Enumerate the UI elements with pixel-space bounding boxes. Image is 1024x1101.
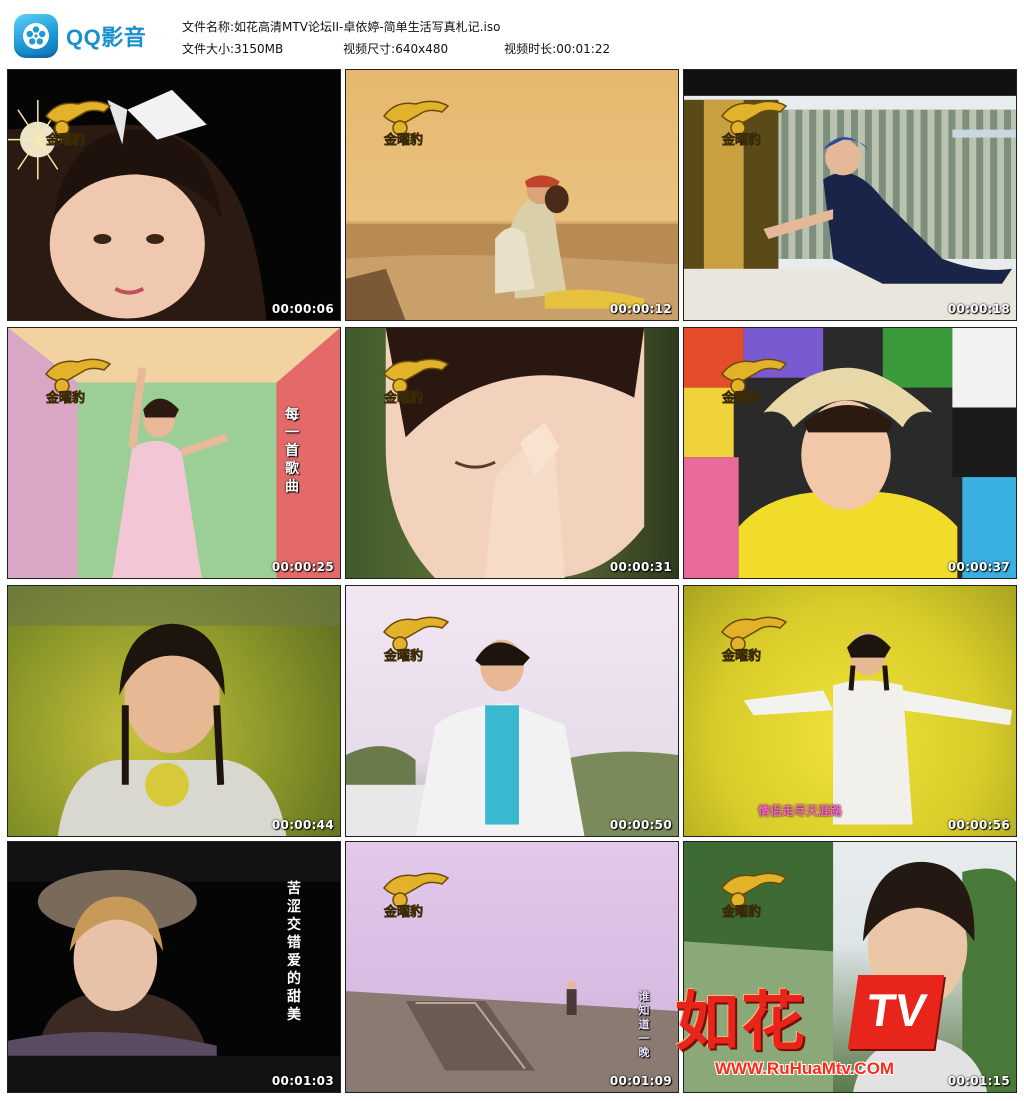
channel-logo: 金曜豹: [383, 100, 450, 146]
file-size-label: 文件大小:: [182, 42, 235, 56]
thumbnail: 00:00:44: [7, 585, 341, 837]
channel-logo: 金曜豹: [45, 358, 112, 404]
thumbnail-timestamp: 00:00:31: [609, 560, 672, 574]
file-name-row: 文件名称:如花高清MTV论坛II-卓依婷-简单生活写真札记.iso: [182, 16, 610, 38]
svg-text:金曜豹: 金曜豹: [721, 132, 761, 146]
thumbnail-timestamp: 00:00:18: [947, 302, 1010, 316]
thumbnail: 金曜豹 00:00:06: [7, 69, 341, 321]
thumbnail-sheet: QQ影音 文件名称:如花高清MTV论坛II-卓依婷-简单生活写真札记.iso 文…: [0, 0, 1024, 1101]
thumbnail-timestamp: 00:00:37: [947, 560, 1010, 574]
site-watermark-badge-text: TV: [863, 984, 930, 1036]
svg-text:金曜豹: 金曜豹: [721, 648, 761, 662]
svg-text:金曜豹: 金曜豹: [721, 904, 761, 918]
channel-logo: 金曜豹: [721, 100, 788, 146]
channel-logo: 金曜豹: [45, 100, 112, 146]
channel-logo: 金曜豹: [383, 616, 450, 662]
svg-text:金曜豹: 金曜豹: [383, 648, 423, 662]
thumbnail-timestamp: 00:00:06: [271, 302, 334, 316]
video-dimensions-label: 视频尺寸:: [343, 42, 396, 56]
thumbnail-timestamp: 00:00:56: [947, 818, 1010, 832]
file-name-value: 如花高清MTV论坛II-卓依婷-简单生活写真札记.iso: [234, 20, 501, 34]
video-duration-value: 00:01:22: [556, 42, 611, 56]
file-name-label: 文件名称:: [182, 20, 235, 34]
thumbnail: 金曜豹 每一首歌曲 00:00:25: [7, 327, 341, 579]
thumbnail-timestamp: 00:00:50: [609, 818, 672, 832]
app-logo: QQ影音: [14, 12, 164, 60]
thumbnail: 金曜豹 谁知道一晚 00:01:09: [345, 841, 679, 1093]
thumbnail: 金曜豹 00:00:31: [345, 327, 679, 579]
file-info: 文件名称:如花高清MTV论坛II-卓依婷-简单生活写真札记.iso 文件大小:3…: [182, 16, 610, 60]
lyric-caption: 谁知道一晚: [638, 990, 650, 1059]
svg-text:金曜豹: 金曜豹: [45, 390, 85, 404]
thumbnail: 苦涩交错爱的甜美 00:01:03: [7, 841, 341, 1093]
svg-text:金曜豹: 金曜豹: [45, 132, 85, 146]
site-watermark-url: WWW.RuHuaMtv.COM: [715, 1059, 895, 1078]
svg-text:金曜豹: 金曜豹: [383, 132, 423, 146]
svg-text:金曜豹: 金曜豹: [721, 390, 761, 404]
lyric-caption: 每一首歌曲: [285, 407, 299, 495]
thumbnail-grid: 金曜豹 00:00:06 金曜豹 00:00:12 金曜豹 00:00:18 金…: [7, 69, 1017, 1093]
thumbnail: 金曜豹 00:00:37: [683, 327, 1017, 579]
video-dimensions-value: 640x480: [395, 42, 449, 56]
app-name: QQ影音: [66, 25, 147, 50]
lyric-caption: 苦涩交错爱的甜美: [287, 881, 301, 1023]
film-reel-icon: [14, 14, 58, 58]
lyric-caption: 情侣走尽天涯路: [758, 804, 843, 818]
file-size-value: 3150MB: [234, 42, 284, 56]
channel-logo: 金曜豹: [383, 872, 450, 918]
thumbnail-timestamp: 00:00:25: [271, 560, 334, 574]
thumbnail-timestamp: 00:01:03: [271, 1074, 334, 1088]
channel-logo: 金曜豹: [721, 358, 788, 404]
thumbnail-timestamp: 00:01:09: [609, 1074, 672, 1088]
thumbnail-timestamp: 00:00:44: [271, 818, 334, 832]
thumbnail: 金曜豹 情侣走尽天涯路 00:00:56: [683, 585, 1017, 837]
thumbnail-timestamp: 00:01:15: [947, 1074, 1010, 1088]
svg-text:金曜豹: 金曜豹: [383, 390, 423, 404]
site-watermark-title: 如花: [675, 985, 807, 1060]
svg-text:金曜豹: 金曜豹: [383, 904, 423, 918]
file-details-row: 文件大小:3150MB 视频尺寸:640x480 视频时长:00:01:22: [182, 38, 610, 60]
video-duration-label: 视频时长:: [504, 42, 557, 56]
thumbnail-timestamp: 00:00:12: [609, 302, 672, 316]
channel-logo: 金曜豹: [721, 872, 788, 918]
thumbnail: 金曜豹 00:00:12: [345, 69, 679, 321]
thumbnail: 金曜豹 00:00:18: [683, 69, 1017, 321]
channel-logo: 金曜豹: [721, 616, 788, 662]
site-watermark-badge: TV: [847, 975, 945, 1049]
thumbnail: 金曜豹 00:00:50: [345, 585, 679, 837]
channel-logo: 金曜豹: [383, 358, 450, 404]
